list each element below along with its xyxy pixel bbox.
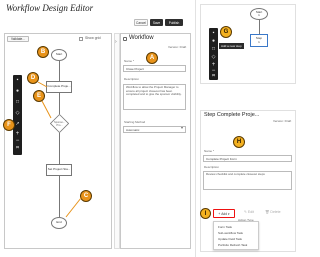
add-action-button[interactable]: + Add ▾ (213, 209, 235, 218)
step-properties-heading: Step Complete Proje... (204, 112, 260, 118)
minimap-step-sub: 1 (258, 39, 260, 44)
start-circle-icon[interactable]: ● (209, 39, 218, 44)
minimap-start-sub: 1 (258, 13, 260, 17)
step-name-input[interactable]: Complete Project Form (203, 155, 292, 162)
minimap-toolbar: ▪ ● □ ◇ + − ⌗ (209, 28, 218, 80)
delete-action-button[interactable]: 🗑 Delete (265, 210, 281, 215)
workflow-name-input[interactable]: Close Project (123, 65, 186, 72)
workflow-icon (123, 37, 127, 41)
step-description-textarea[interactable]: Review checklist and complete closeout s… (203, 171, 292, 190)
step-description-label: Description (204, 165, 220, 169)
properties-heading: Workflow (129, 35, 154, 41)
menu-item-portfolio-refresh-task[interactable]: Portfolio Refresh Task (218, 243, 247, 247)
version-status: Version: Draft (168, 45, 187, 49)
edit-action-button[interactable]: ✎ Edit (244, 210, 254, 215)
starting-method-select[interactable]: Automatic (123, 126, 186, 133)
menu-item-sub-workflow-task[interactable]: Sub-workflow Task (218, 231, 243, 235)
menu-item-form-task[interactable]: Form Task (218, 225, 232, 229)
workflow-description-textarea[interactable]: Workflow to allow the Project Manager to… (123, 84, 186, 110)
fit-to-screen-icon[interactable]: ⌗ (209, 74, 218, 79)
chevron-down-icon: ▾ (181, 125, 184, 130)
delete-button-label: Delete (270, 210, 281, 214)
add-action-menu: Form Task Sub-workflow Task Update Field… (213, 221, 259, 250)
callout-g: G (220, 26, 232, 38)
minimap-step-node[interactable]: Step 1 (250, 34, 268, 47)
minimap-start-node[interactable]: Start 1 (250, 8, 268, 20)
step-name-label: Name * (204, 149, 215, 153)
chevron-down-icon: ▾ (227, 211, 230, 216)
chevron-right-icon[interactable]: › (115, 39, 117, 46)
description-label: Description (124, 77, 140, 81)
divider (195, 0, 196, 257)
step-version-status: Version: Draft (273, 119, 292, 123)
starting-method-label: Starting Method (124, 120, 146, 124)
callout-a: A (146, 52, 158, 64)
cancel-button[interactable]: Cancel (134, 19, 148, 26)
publish-button[interactable]: Publish (165, 19, 183, 26)
select-pointer-icon[interactable]: ▪ (209, 31, 218, 36)
plus-icon: + (218, 211, 221, 216)
decision-diamond-icon[interactable]: ◇ (209, 55, 218, 60)
step-square-icon[interactable]: □ (209, 47, 218, 52)
callout-i: I (200, 208, 211, 219)
name-label: Name * (124, 59, 135, 63)
save-button[interactable]: Save (150, 19, 163, 26)
callout-h: H (233, 136, 245, 148)
add-button-label: Add (221, 211, 227, 216)
edit-button-label: Edit (247, 210, 254, 214)
menu-item-update-field-task[interactable]: Update Field Task (218, 237, 242, 241)
connector-line (259, 20, 260, 34)
add-step-tooltip: Add a new step (219, 43, 244, 49)
